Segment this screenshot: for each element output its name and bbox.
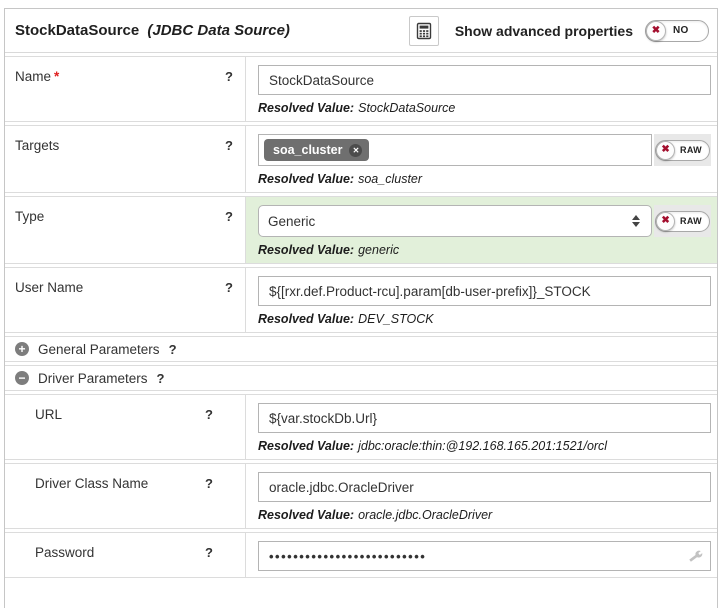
password-input-cell [246,533,717,577]
type-selected-value: Generic [268,214,632,229]
field-row-targets: Targets ? soa_cluster ✕ ✖ RAW [5,125,717,193]
section-driver-parameters[interactable]: − Driver Parameters ? [5,365,717,391]
select-spinner-icon [632,215,640,227]
driver-parameters-help-icon[interactable]: ? [157,371,165,386]
field-row-user-name: User Name ? Resolved Value:DEV_STOCK [5,267,717,333]
url-label: URL [35,407,205,422]
targets-label: Targets [15,138,225,153]
expand-plus-icon[interactable]: + [15,342,29,356]
driver-class-name-label-cell: Driver Class Name ? [5,464,246,528]
name-resolved-value: Resolved Value:StockDataSource [258,101,711,115]
targets-raw-toggle[interactable]: ✖ RAW [655,140,710,161]
driver-class-name-resolved-value: Resolved Value:oracle.jdbc.OracleDriver [258,508,711,522]
type-resolved-value: Resolved Value:generic [258,243,711,257]
type-raw-zone: ✖ RAW [654,205,711,237]
field-row-url: URL ? Resolved Value:jdbc:oracle:thin:@1… [5,394,717,460]
user-name-input[interactable] [258,276,711,306]
password-field-wrap [258,541,711,571]
password-label: Password [35,545,205,560]
toggle-state-label: NO [666,25,698,36]
name-input[interactable] [258,65,711,95]
datasource-type-subtitle: (JDBC Data Source) [147,22,290,39]
general-parameters-help-icon[interactable]: ? [169,342,177,357]
toggle-knob: ✖ [656,212,675,231]
driver-class-name-input-cell: Resolved Value:oracle.jdbc.OracleDriver [246,464,717,528]
target-chip: soa_cluster ✕ [264,139,369,161]
targets-resolved-value: Resolved Value:soa_cluster [258,172,711,186]
collapse-minus-icon[interactable]: − [15,371,29,385]
target-chip-label: soa_cluster [273,143,342,157]
user-name-input-cell: Resolved Value:DEV_STOCK [246,268,717,332]
required-asterisk: * [54,69,59,84]
driver-class-name-input[interactable] [258,472,711,502]
form-header: StockDataSource (JDBC Data Source) Show … [5,9,717,53]
type-select[interactable]: Generic [258,205,652,237]
field-row-name: Name* ? Resolved Value:StockDataSource [5,56,717,122]
user-name-label-cell: User Name ? [5,268,246,332]
user-name-resolved-value: Resolved Value:DEV_STOCK [258,312,711,326]
url-input-cell: Resolved Value:jdbc:oracle:thin:@192.168… [246,395,717,459]
driver-class-name-help-icon[interactable]: ? [205,476,213,491]
type-input-cell: Generic ✖ RAW Resolved Value:generic [246,197,717,263]
toggle-x-icon: ✖ [661,216,669,226]
url-input[interactable] [258,403,711,433]
password-label-cell: Password ? [5,533,246,577]
type-raw-toggle[interactable]: ✖ RAW [655,211,710,232]
targets-raw-zone: ✖ RAW [654,134,711,166]
toggle-knob: ✖ [656,141,675,160]
targets-help-icon[interactable]: ? [225,138,233,153]
field-row-password: Password ? [5,532,717,578]
toggle-x-icon: ✖ [652,26,660,36]
url-resolved-value: Resolved Value:jdbc:oracle:thin:@192.168… [258,439,711,453]
advanced-properties-toggle[interactable]: ✖ NO [645,20,709,42]
wrench-icon[interactable] [687,549,703,565]
page-title: StockDataSource (JDBC Data Source) [15,22,409,39]
calculator-button[interactable] [409,16,439,46]
calculator-icon [415,22,433,40]
name-label-cell: Name* ? [5,57,246,121]
field-row-type: Type ? Generic ✖ RAW Resolved Value:gene… [5,196,717,264]
field-row-driver-class-name: Driver Class Name ? Resolved Value:oracl… [5,463,717,529]
name-label: Name* [15,69,225,84]
user-name-label: User Name [15,280,225,295]
url-label-cell: URL ? [5,395,246,459]
user-name-help-icon[interactable]: ? [225,280,233,295]
raw-label: RAW [675,216,709,226]
targets-label-cell: Targets ? [5,126,246,192]
type-help-icon[interactable]: ? [225,209,233,224]
url-help-icon[interactable]: ? [205,407,213,422]
section-general-parameters[interactable]: + General Parameters ? [5,336,717,362]
name-input-cell: Resolved Value:StockDataSource [246,57,717,121]
general-parameters-label: General Parameters [38,342,160,357]
toggle-x-icon: ✖ [661,145,669,155]
driver-parameters-label: Driver Parameters [38,371,148,386]
type-label: Type [15,209,225,224]
name-help-icon[interactable]: ? [225,69,233,84]
show-advanced-properties-label: Show advanced properties [455,23,633,39]
chip-remove-icon[interactable]: ✕ [349,144,362,157]
type-label-cell: Type ? [5,197,246,263]
password-input[interactable] [258,541,711,571]
datasource-form: StockDataSource (JDBC Data Source) Show … [4,8,718,608]
datasource-name-title: StockDataSource [15,22,139,39]
toggle-knob: ✖ [646,21,666,41]
driver-class-name-label: Driver Class Name [35,476,205,491]
targets-tag-input[interactable]: soa_cluster ✕ [258,134,652,166]
password-help-icon[interactable]: ? [205,545,213,560]
raw-label: RAW [675,145,709,155]
targets-input-cell: soa_cluster ✕ ✖ RAW Resolved Value:soa_c… [246,126,717,192]
